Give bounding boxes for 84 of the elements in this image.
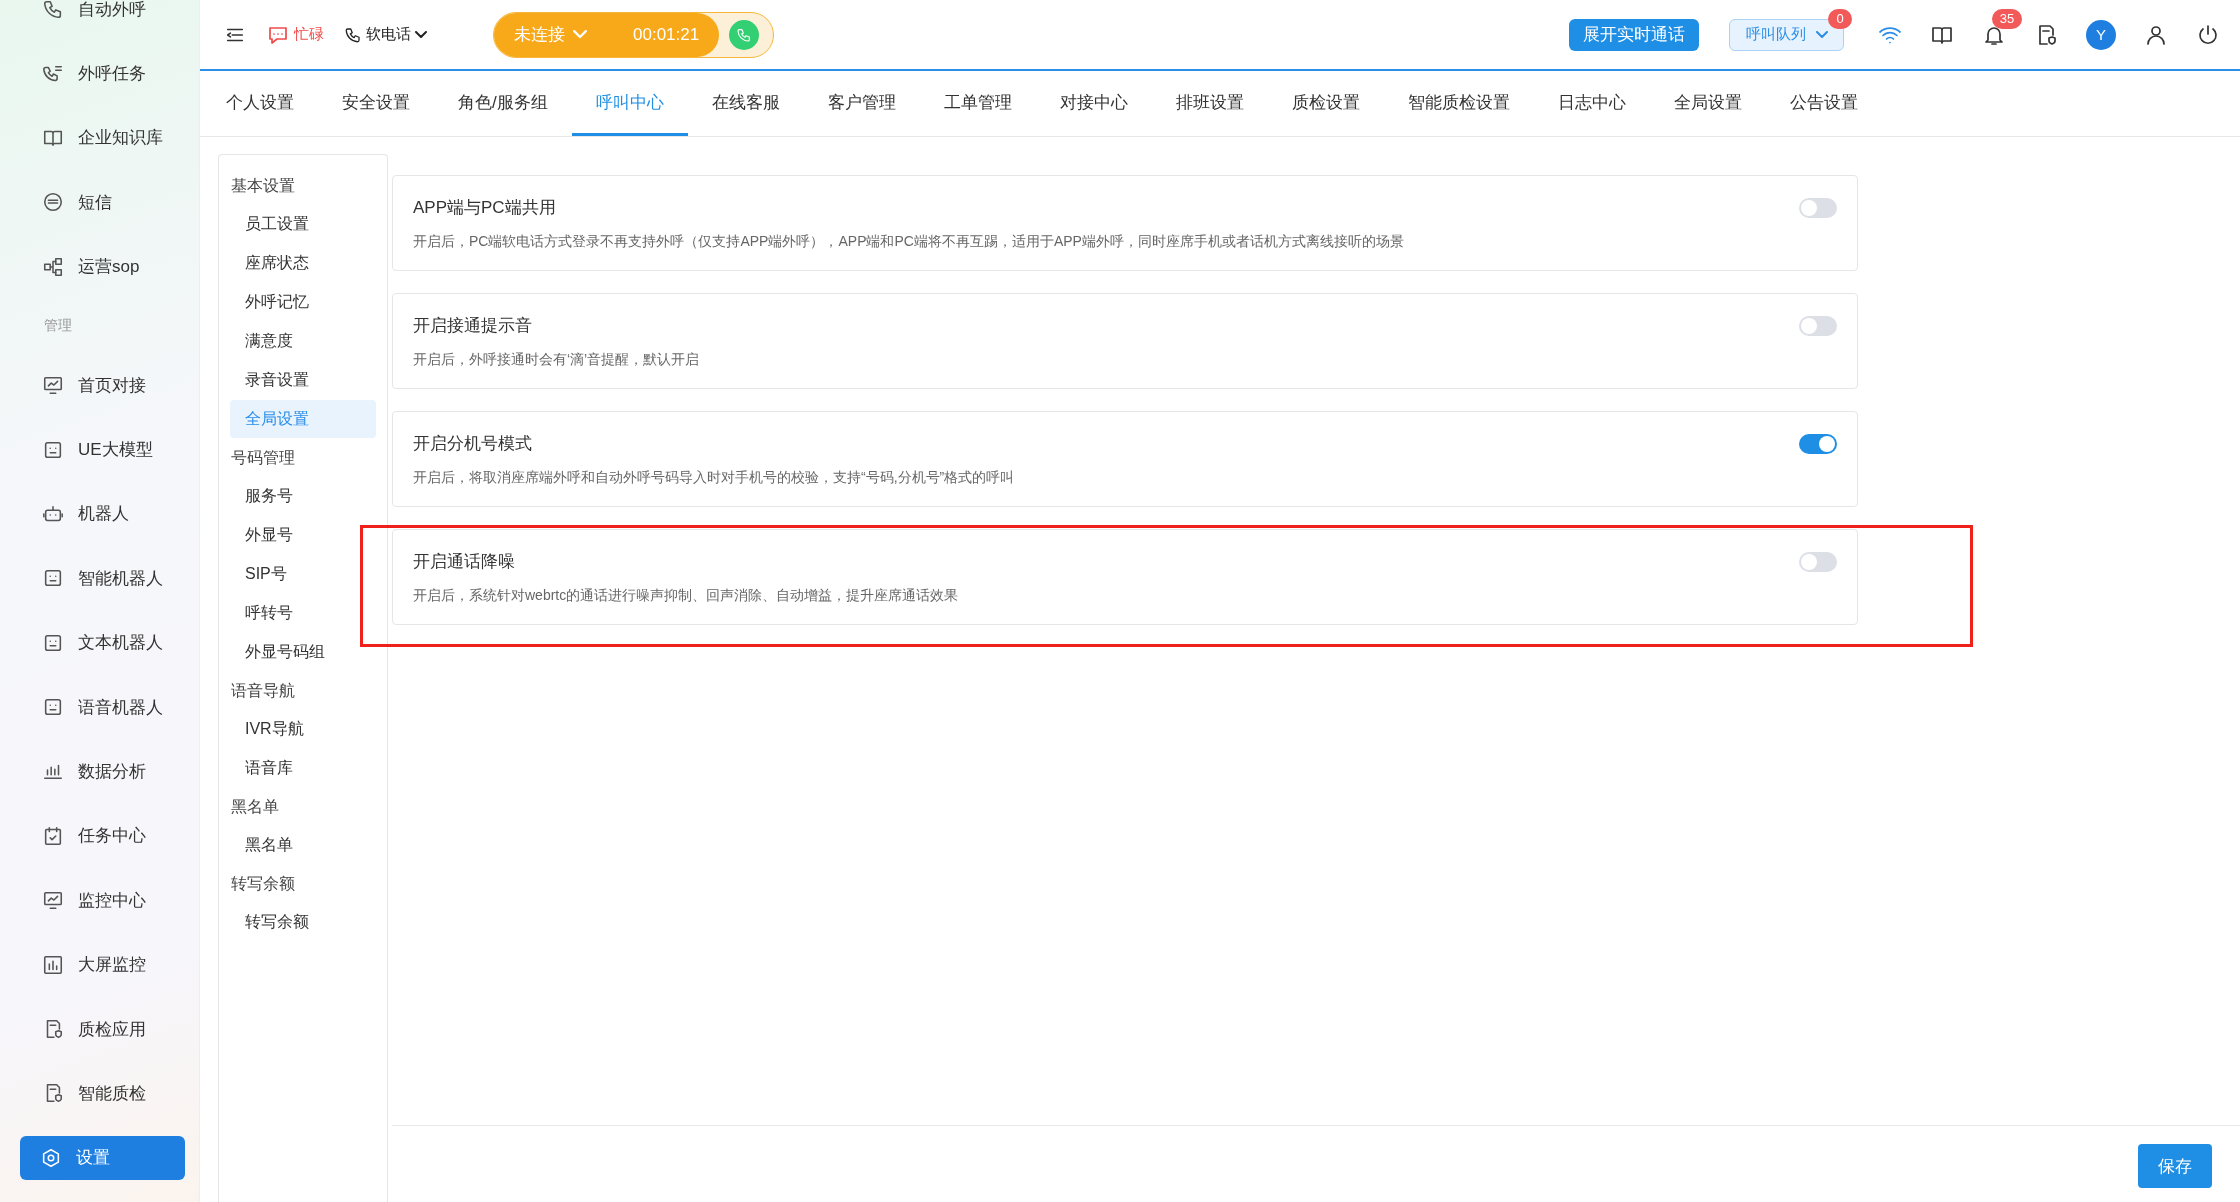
sidebar-item[interactable]: 外呼任务 <box>20 41 185 106</box>
chevron-down-icon <box>1815 30 1828 39</box>
sidebar-item[interactable]: 自动外呼 <box>20 0 185 42</box>
settings-tab[interactable]: 安全设置 <box>318 71 434 136</box>
sidebar-item[interactable]: 监控中心 <box>20 868 185 933</box>
settings-tab[interactable]: 对接中心 <box>1035 71 1152 136</box>
toggle-switch[interactable] <box>1799 552 1837 572</box>
setting-title: 开启接通提示音 <box>413 314 533 337</box>
nav-group-title: 号码管理 <box>230 447 296 468</box>
monitor-chart-icon <box>42 374 64 397</box>
setting-title: APP端与PC端共用 <box>413 196 557 219</box>
queue-count-badge: 0 <box>1828 8 1852 29</box>
toggle-switch[interactable] <box>1799 316 1837 336</box>
status-label[interactable]: 忙碌 <box>294 25 324 44</box>
call-button[interactable] <box>729 19 760 50</box>
sidebar-item[interactable]: 大屏监控 <box>20 932 185 997</box>
settings-tab[interactable]: 呼叫中心 <box>571 71 688 136</box>
call-timer: 00:01:21 <box>633 24 700 45</box>
nav-item[interactable]: 外显号码组 <box>230 633 376 671</box>
sidebar-item[interactable]: 文本机器人 <box>20 610 185 675</box>
sidebar-item[interactable]: 任务中心 <box>20 803 185 869</box>
nav-group-title: 转写余额 <box>230 873 296 894</box>
nav-item[interactable]: 录音设置 <box>230 361 376 399</box>
settings-tab[interactable]: 质检设置 <box>1267 71 1384 136</box>
sidebar-item[interactable]: 短信 <box>20 170 185 235</box>
settings-tab[interactable]: 角色/服务组 <box>434 71 572 136</box>
nav-item[interactable]: 外显号 <box>230 516 376 554</box>
toggle-switch[interactable] <box>1799 434 1837 454</box>
monitor-chart-icon <box>42 889 64 912</box>
nav-group-title: 语音导航 <box>230 680 296 701</box>
nav-item[interactable]: 黑名单 <box>230 826 376 864</box>
nav-item[interactable]: 员工设置 <box>230 205 376 243</box>
sidebar-item[interactable]: 数据分析 <box>20 739 185 804</box>
nav-item[interactable]: SIP号 <box>230 555 376 593</box>
nav-item[interactable]: 语音库 <box>230 749 376 787</box>
settings-tab[interactable]: 全局设置 <box>1649 71 1766 136</box>
sidebar-section-label: 管理 <box>43 315 73 335</box>
sidebar-item[interactable]: 智能质检 <box>20 1061 185 1126</box>
settings-tab[interactable]: 在线客服 <box>687 71 804 136</box>
sidebar-item[interactable]: 语音机器人 <box>20 674 185 740</box>
sidebar-item[interactable]: 智能机器人 <box>20 546 185 611</box>
setting-description: 开启后，系统针对webrtc的通话进行噪声抑制、回声消除、自动增益，提升座席通话效果 <box>413 586 960 605</box>
chevron-down-icon <box>415 30 427 39</box>
user-avatar[interactable]: Y <box>2086 19 2116 50</box>
settings-tab[interactable]: 智能质检设置 <box>1383 71 1534 136</box>
sidebar-item[interactable]: 运营sop <box>20 234 185 299</box>
settings-tab[interactable]: 公告设置 <box>1765 71 1882 136</box>
settings-tab[interactable]: 排班设置 <box>1151 71 1268 136</box>
sidebar-item[interactable]: 首页对接 <box>20 352 185 418</box>
setting-description: 开启后，PC端软电话方式登录不再支持外呼（仅支持APP端外呼），APP端和PC端将不再互踢，适用于APP端外呼，同时座席手机或者话机方式离线接听的场景 <box>413 232 1405 251</box>
phone-icon <box>736 26 753 43</box>
nav-item[interactable]: IVR导航 <box>230 710 376 748</box>
nav-item[interactable]: 呼转号 <box>230 594 376 632</box>
notification-badge: 35 <box>1992 8 2022 29</box>
calendar-check-icon <box>42 824 64 847</box>
sidebar-item[interactable]: 质检应用 <box>20 996 185 1062</box>
nav-item[interactable]: 服务号 <box>230 477 376 515</box>
toggle-switch[interactable] <box>1799 198 1837 218</box>
nav-group-title: 基本设置 <box>230 175 296 196</box>
nav-item[interactable]: 满意度 <box>230 322 376 360</box>
phone-mode-dropdown[interactable]: 软电话 <box>338 24 433 45</box>
setting-title: 开启分机号模式 <box>413 432 533 455</box>
nav-item[interactable]: 外呼记忆 <box>230 283 376 321</box>
phone-icon <box>42 0 64 21</box>
nav-item[interactable]: 转写余额 <box>230 903 376 941</box>
settings-icon <box>40 1146 62 1169</box>
sidebar-item[interactable]: UE大模型 <box>20 417 185 482</box>
chevron-down-icon <box>573 30 587 39</box>
setting-title: 开启通话降噪 <box>413 550 516 573</box>
setting-description: 开启后，外呼接通时会有‘滴’音提醒，默认开启 <box>413 350 701 369</box>
flow-icon <box>42 255 64 278</box>
sidebar-item[interactable]: 设置 <box>20 1135 185 1180</box>
settings-tab[interactable]: 客户管理 <box>803 71 920 136</box>
settings-tab[interactable]: 个人设置 <box>202 71 318 136</box>
sidebar-item[interactable]: 机器人 <box>20 481 185 547</box>
bar-chart-icon <box>42 953 64 976</box>
setting-description: 开启后，将取消座席端外呼和自动外呼号码导入时对手机号的校验，支持“号码,分机号”格式的呼叫 <box>413 468 1016 487</box>
settings-tab[interactable]: 工单管理 <box>919 71 1036 136</box>
phone-icon <box>344 25 362 44</box>
nav-item[interactable]: 座席状态 <box>230 244 376 282</box>
settings-tab[interactable]: 日志中心 <box>1533 71 1650 136</box>
sidebar-item[interactable]: 企业知识库 <box>20 105 185 171</box>
power-icon <box>2196 22 2220 47</box>
nav-group-title: 黑名单 <box>230 796 280 817</box>
